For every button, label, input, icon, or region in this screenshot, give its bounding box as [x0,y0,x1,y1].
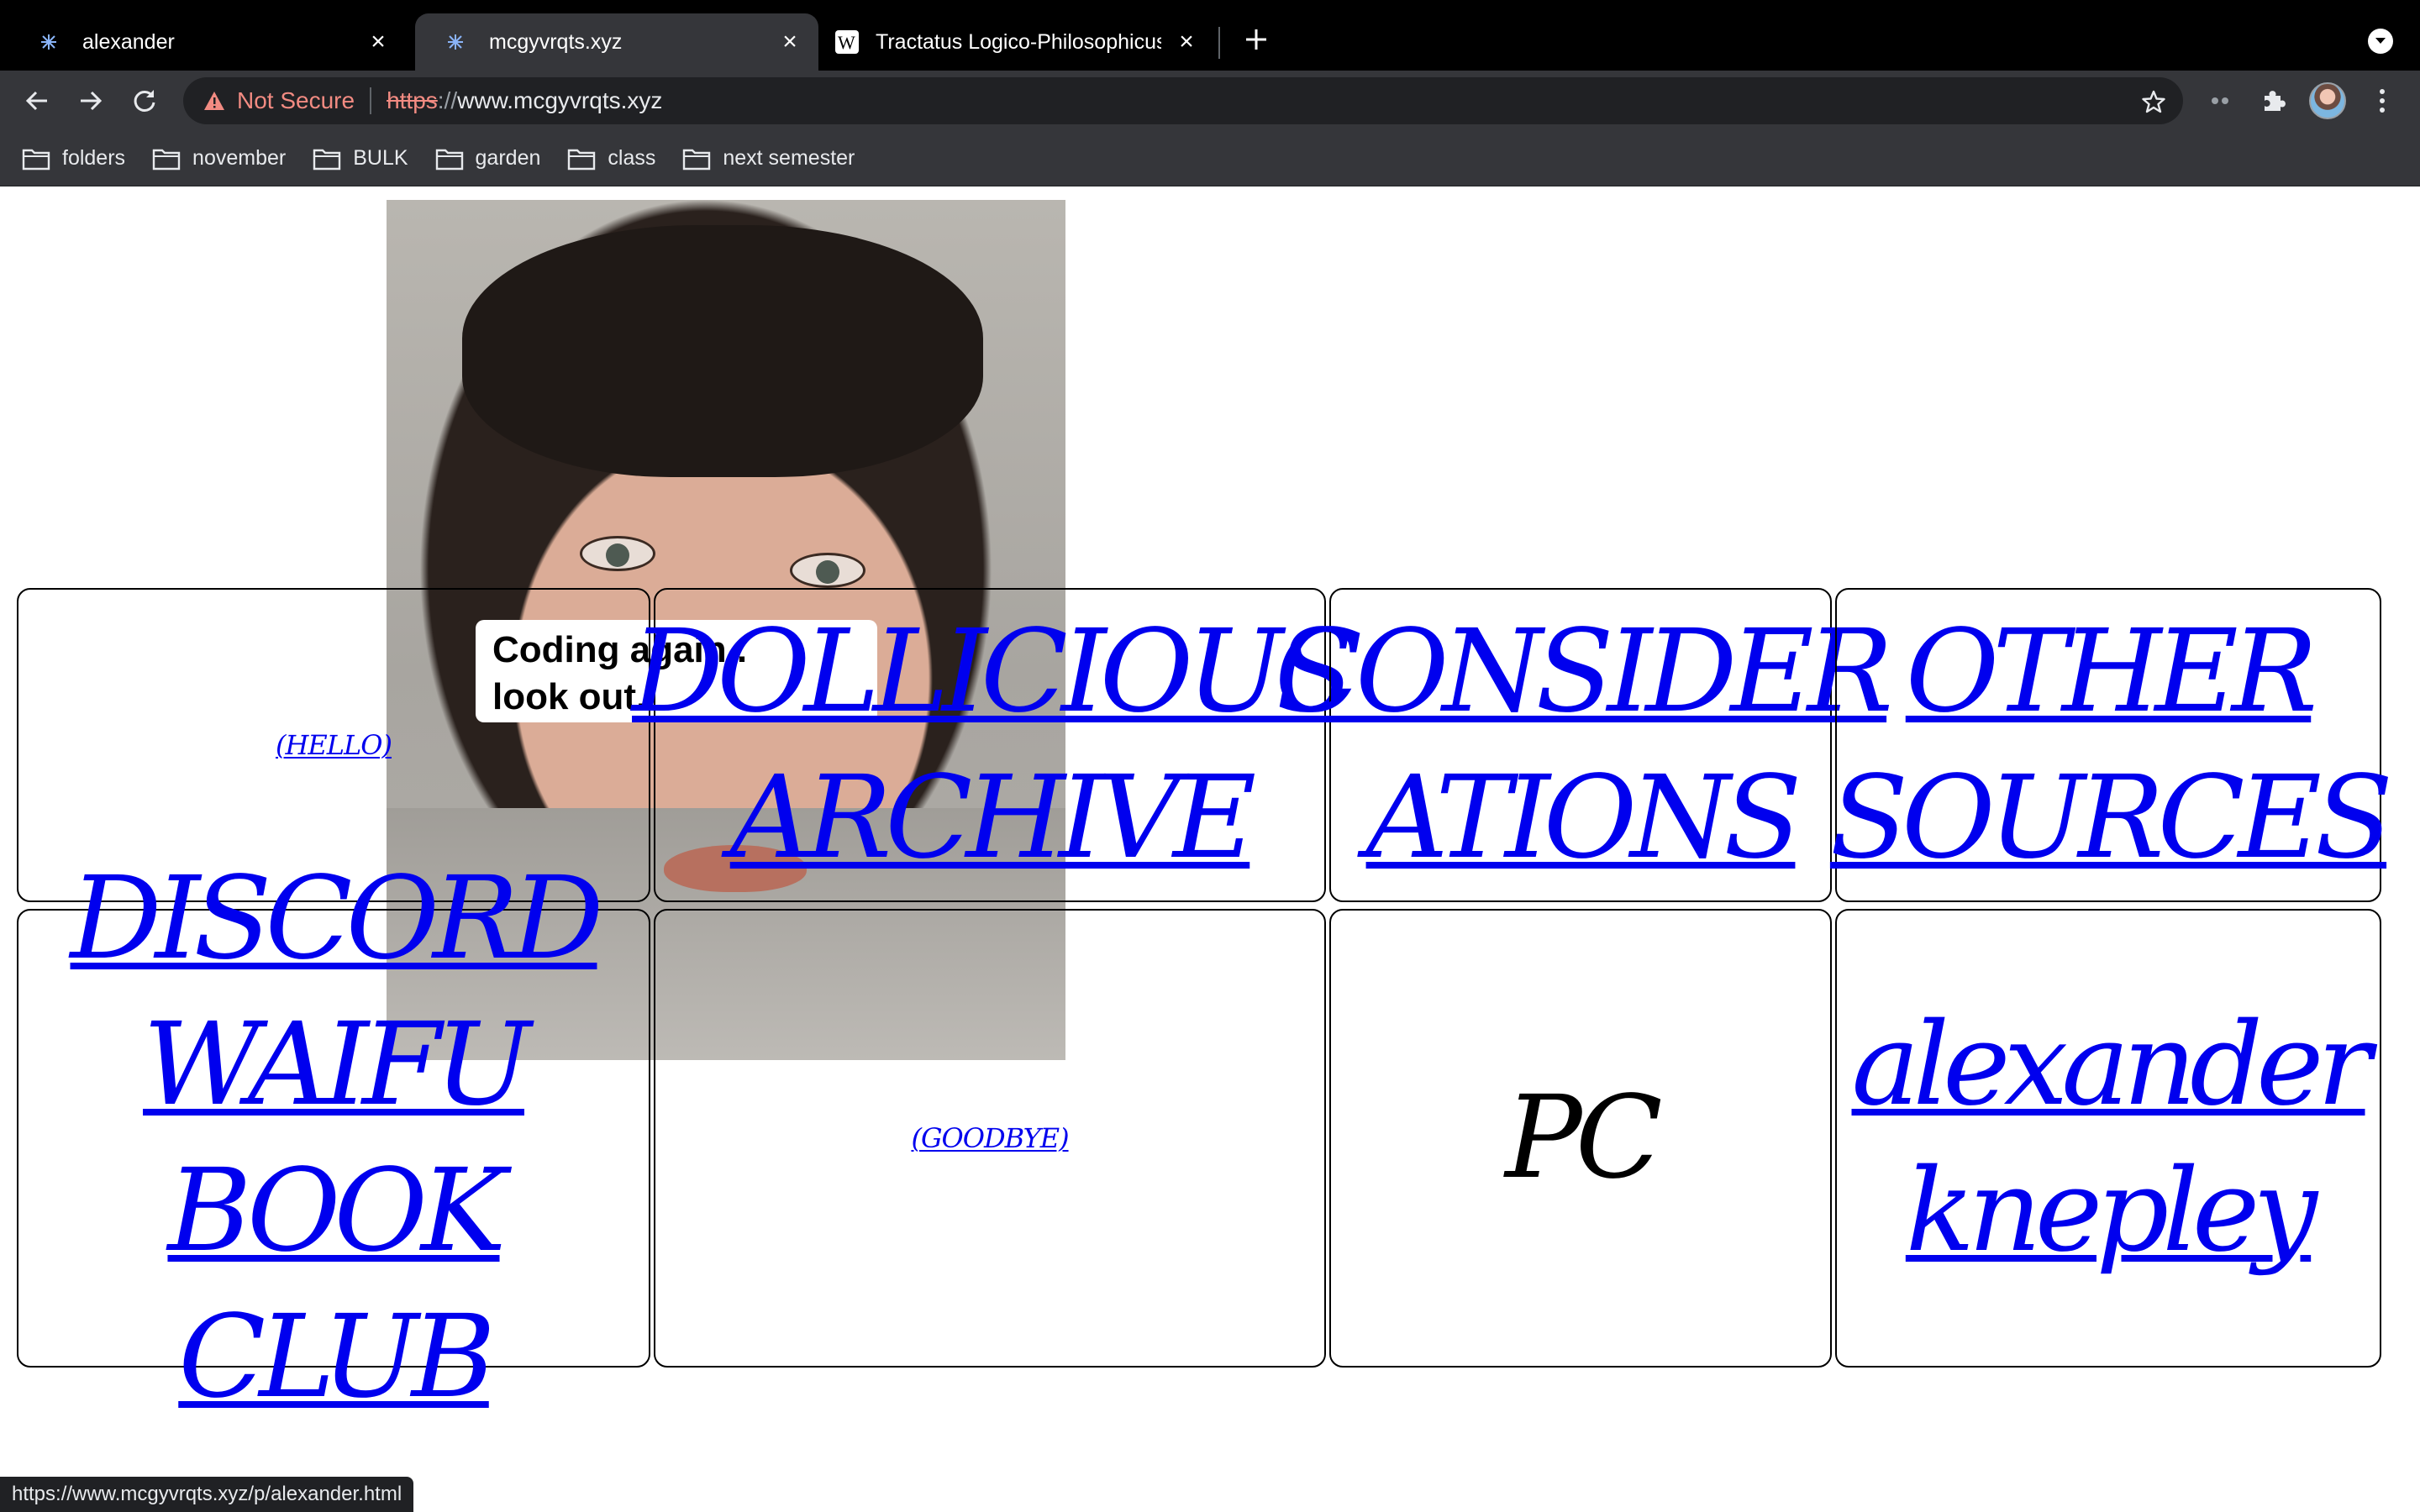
bookmark-folder[interactable]: class [567,146,655,171]
bookmark-folder[interactable]: folders [22,146,125,171]
left-eye-shape [580,536,655,571]
folder-icon [313,147,341,171]
tab-title: mcgyvrqts.xyz [489,29,623,54]
dollicious-archive-link[interactable]: DOLLICIOUS ARCHIVE [632,599,1355,891]
wikipedia-icon: W [835,30,859,54]
forward-button[interactable] [72,82,109,119]
bookmark-folder[interactable]: garden [435,146,541,171]
chrome-menu-icon[interactable] [2370,86,2395,116]
profile-avatar[interactable] [2309,82,2346,119]
goodbye-link[interactable]: (GOODBYE) [911,1121,1069,1155]
site-favicon-icon [444,30,467,54]
cell-dollicious-archive: DOLLICIOUS ARCHIVE [632,588,1355,902]
close-tab-icon[interactable]: × [1171,27,1202,57]
hello-link[interactable]: (HELLO) [276,728,392,762]
tab-alexander[interactable]: alexander × [8,13,407,71]
tab-title: Tractatus Logico-Philosophicus [876,29,1161,54]
pc-label: PC [1505,1072,1663,1205]
folder-icon [567,147,596,171]
cell-considerations: CONSIDER ATIONS [1275,588,1893,902]
tab-tractatus[interactable]: W Tractatus Logico-Philosophicus × [818,13,1215,71]
right-eye-shape [790,553,865,588]
extensions-puzzle-icon[interactable] [2259,86,2289,116]
new-tab-button[interactable] [1239,22,1274,57]
close-tab-icon[interactable]: × [775,27,805,57]
reload-button[interactable] [126,82,163,119]
svg-text:W: W [838,32,855,53]
considerations-link[interactable]: CONSIDER ATIONS [1275,599,1893,891]
url-scheme: https [387,87,438,113]
close-tab-icon[interactable]: × [363,27,393,57]
web-page: Coding again.. look out. (HELLO) DOLLICI… [0,186,2420,1512]
other-sources-link[interactable]: OTHER SOURCES [1830,599,2393,891]
cell-goodbye: (GOODBYE) [654,909,1326,1368]
hair-shape [462,225,983,477]
bookmarks-bar: folders november BULK garden class next … [0,131,2420,186]
bookmark-label: garden [475,146,541,170]
link-status-bar: https://www.mcgyvrqts.xyz/p/alexander.ht… [0,1477,414,1512]
warning-icon[interactable] [202,88,227,113]
bookmark-label: BULK [353,146,408,170]
omnibox-divider [370,87,372,114]
folder-icon [682,147,711,171]
extension-eyes-icon[interactable] [2205,86,2235,116]
cell-alexander-knepley: alexander knepley [1835,909,2381,1368]
security-status[interactable]: Not Secure [237,87,355,114]
bookmark-star-icon[interactable] [2139,87,2168,116]
bookmark-folder[interactable]: november [152,146,286,171]
tab-separator [1218,27,1220,59]
browser-toolbar: Not Secure https://www.mcgyvrqts.xyz [0,71,2420,131]
tab-search-icon[interactable] [2368,29,2393,54]
cell-discord-waifu-book-club: DISCORD WAIFU BOOK CLUB [17,853,650,1424]
bookmark-label: next semester [723,146,855,170]
tab-strip: alexander × mcgyvrqts.xyz × W Tractatus … [0,0,2420,71]
folder-icon [22,147,50,171]
bookmark-label: november [192,146,287,170]
alexander-knepley-link[interactable]: alexander knepley [1837,992,2380,1284]
discord-waifu-book-club-link[interactable]: DISCORD WAIFU BOOK CLUB [18,846,649,1431]
bookmark-folder[interactable]: BULK [313,146,408,171]
url-separator: :// [437,87,458,113]
site-favicon-icon [37,30,60,54]
bookmark-label: folders [62,146,126,170]
cell-other-sources: OTHER SOURCES [1830,588,2393,902]
url-host: www.mcgyvrqts.xyz [457,87,663,113]
folder-icon [152,147,181,171]
tab-mcgyvrqts[interactable]: mcgyvrqts.xyz × [415,13,818,71]
folder-icon [435,147,464,171]
back-button[interactable] [18,82,55,119]
tab-title: alexander [82,29,175,54]
cell-pc: PC [1329,909,1832,1368]
address-bar[interactable]: Not Secure https://www.mcgyvrqts.xyz [183,77,2183,124]
bookmark-folder[interactable]: next semester [682,146,855,171]
bookmark-label: class [608,146,656,170]
